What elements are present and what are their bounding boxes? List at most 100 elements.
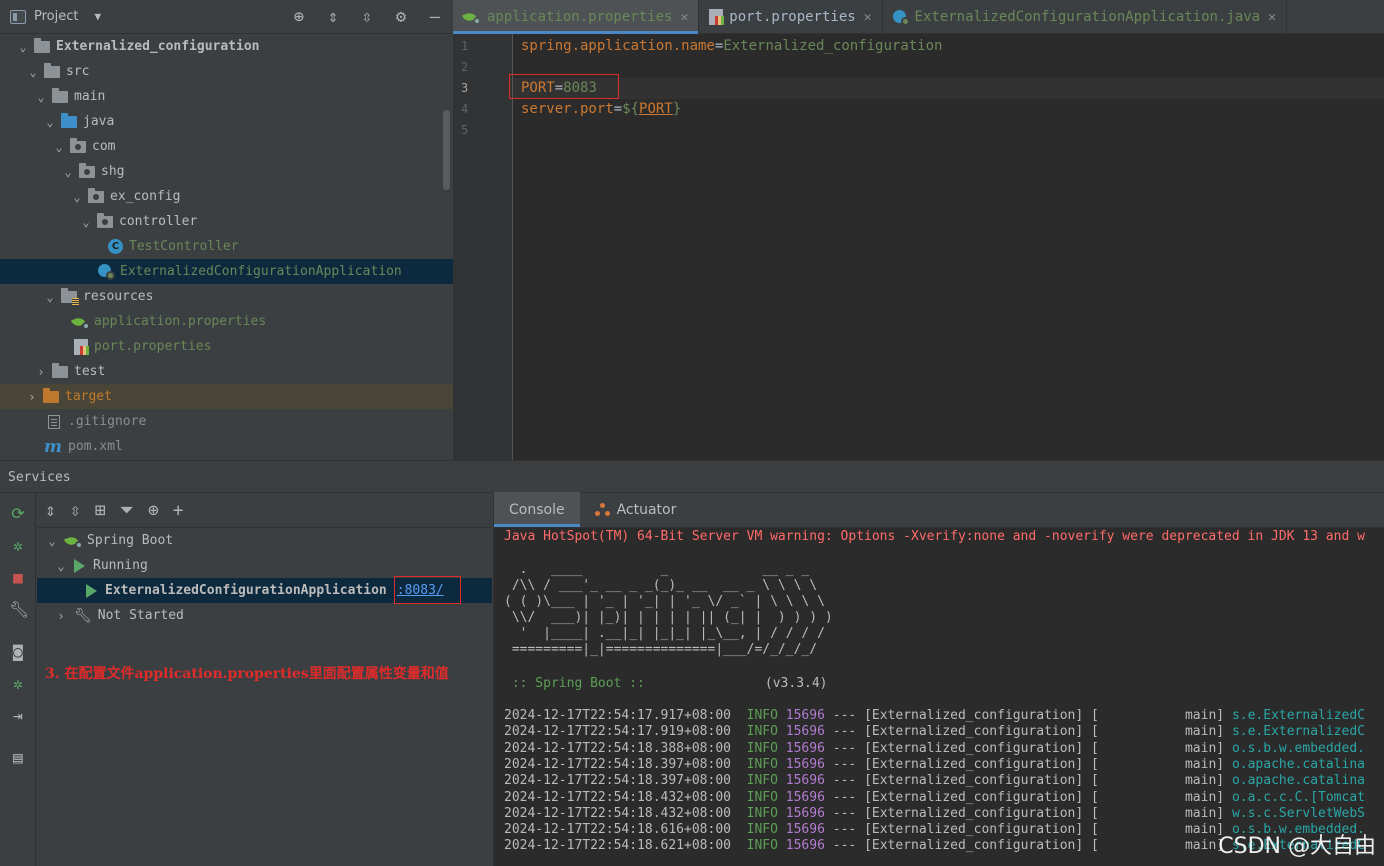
rerun-icon[interactable]: ⟳ — [9, 505, 27, 523]
log-line: 2024-12-17T22:54:17.917+08:00 INFO 15696… — [504, 708, 1365, 724]
editor-tab-bar: application.properties ✕ port.properties… — [453, 0, 1384, 34]
new-tab-icon[interactable]: ⊕ — [148, 500, 159, 521]
log-separator: --- — [832, 789, 857, 805]
filter-icon[interactable]: ⏷ — [120, 500, 134, 521]
collapse-all-icon[interactable]: ⇳ — [357, 7, 377, 27]
chevron-down-icon[interactable]: ⌄ — [34, 90, 48, 104]
chevron-right-icon[interactable]: › — [25, 390, 39, 404]
project-scrollbar[interactable] — [443, 110, 450, 190]
code-line-3[interactable]: PORT=8083 — [513, 78, 1384, 99]
tree-item-testcontroller[interactable]: C TestController — [0, 234, 453, 259]
close-icon[interactable]: ✕ — [680, 10, 688, 25]
console-output[interactable]: Java HotSpot(TM) 64-Bit Server VM warnin… — [504, 528, 1384, 866]
tree-item-port-properties[interactable]: port.properties — [0, 334, 453, 359]
services-title: Services — [0, 460, 1384, 493]
chevron-down-icon[interactable]: ⌄ — [16, 40, 30, 54]
chevron-down-icon[interactable]: ⌄ — [54, 559, 68, 573]
chevron-down-icon[interactable]: ▼ — [94, 10, 101, 23]
close-icon[interactable]: ✕ — [1268, 10, 1276, 25]
tree-item-label: test — [74, 364, 106, 379]
tree-item-pom-xml[interactable]: m pom.xml — [0, 434, 453, 459]
tree-item-label: target — [65, 389, 112, 404]
service-group-spring-boot[interactable]: ⌄ Spring Boot — [37, 528, 492, 553]
log-level: INFO — [746, 838, 778, 854]
tree-item-resources[interactable]: ⌄ resources — [0, 284, 453, 309]
log-timestamp: 2024-12-17T22:54:18.397+08:00 — [504, 756, 731, 772]
chevron-down-icon[interactable]: ⌄ — [52, 140, 66, 154]
stop-icon[interactable]: ■ — [9, 569, 27, 587]
chevron-right-icon[interactable]: › — [34, 365, 48, 379]
expand-all-icon[interactable]: ⇕ — [45, 500, 56, 521]
tab-externalized-configuration-application-java[interactable]: ExternalizedConfigurationApplication.jav… — [883, 0, 1287, 34]
log-timestamp: 2024-12-17T22:54:17.917+08:00 — [504, 708, 731, 723]
chevron-down-icon[interactable]: ⌄ — [26, 65, 40, 79]
play-icon — [86, 583, 97, 598]
tab-console[interactable]: Console — [494, 492, 580, 527]
log-app: [Externalized_configuration] [ — [864, 822, 1099, 838]
placeholder-reference[interactable]: PORT — [639, 101, 673, 117]
chevron-down-icon[interactable]: ⌄ — [61, 165, 75, 179]
chevron-down-icon[interactable]: ⌄ — [45, 534, 59, 548]
tree-item-java[interactable]: ⌄ java — [0, 109, 453, 134]
folder-icon — [52, 362, 68, 378]
tree-item-controller[interactable]: ⌄ controller — [0, 209, 453, 234]
log-line: 2024-12-17T22:54:18.397+08:00 INFO 15696… — [504, 773, 1365, 789]
gear-icon[interactable]: ⚙ — [391, 7, 411, 27]
collapse-all-icon[interactable]: ⇳ — [70, 500, 81, 521]
login-icon[interactable]: ⇥ — [9, 707, 27, 725]
tree-item-src[interactable]: ⌄ src — [0, 59, 453, 84]
camera-icon[interactable]: ◙ — [9, 643, 27, 661]
debug-icon[interactable]: ✲ — [9, 537, 27, 555]
resources-folder-icon — [61, 287, 79, 305]
watermark: CSDN @大自由 — [1218, 834, 1376, 859]
console-tab-bar: Console Actuator — [494, 492, 1384, 528]
log-app: [Externalized_configuration] [ — [864, 773, 1099, 789]
chevron-down-icon[interactable]: ⌄ — [70, 190, 84, 204]
chevron-down-icon[interactable]: ⌄ — [43, 290, 57, 304]
log-timestamp: 2024-12-17T22:54:18.432+08:00 — [504, 805, 731, 821]
tree-item-com[interactable]: ⌄ com — [0, 134, 453, 159]
tree-item-label: java — [83, 114, 115, 129]
tree-item-application-properties[interactable]: application.properties — [0, 309, 453, 334]
expand-all-icon[interactable]: ⇕ — [323, 7, 343, 27]
tree-item-externalized-configuration[interactable]: ⌄ Externalized_configuration — [0, 34, 453, 59]
hide-icon[interactable]: — — [425, 7, 445, 27]
close-icon[interactable]: ✕ — [864, 10, 872, 25]
service-group-running[interactable]: ⌄ Running — [37, 553, 492, 578]
tab-actuator[interactable]: Actuator — [580, 492, 692, 527]
tree-item-externalized-configuration-application[interactable]: ExternalizedConfigurationApplication — [0, 259, 453, 284]
add-service-icon[interactable]: + — [173, 500, 184, 521]
tree-item-target[interactable]: › target — [0, 384, 453, 409]
highlight-box — [509, 74, 619, 99]
tab-port-properties[interactable]: port.properties ✕ — [699, 0, 883, 34]
locate-icon[interactable]: ⊕ — [289, 7, 309, 27]
tree-item-test[interactable]: › test — [0, 359, 453, 384]
layout-icon[interactable]: ▤ — [9, 749, 27, 767]
tree-item-label: main — [74, 89, 106, 104]
log-separator: --- — [832, 773, 857, 789]
code-line-1[interactable]: spring.application.name=Externalized_con… — [521, 36, 942, 57]
tree-item-shg[interactable]: ⌄ shg — [0, 159, 453, 184]
tab-application-properties[interactable]: application.properties ✕ — [453, 0, 700, 34]
tree-item-main[interactable]: ⌄ main — [0, 84, 453, 109]
tree-item-gitignore[interactable]: .gitignore — [0, 409, 453, 434]
log-app: [Externalized_configuration] [ — [864, 756, 1099, 772]
project-panel: Project ▼ ⊕ ⇕ ⇳ ⚙ — ⌄ Externalized_confi… — [0, 0, 453, 460]
tree-item-label: src — [66, 64, 90, 79]
chevron-down-icon[interactable]: ⌄ — [79, 215, 93, 229]
code-line-4[interactable]: server.port=${PORT} — [521, 99, 681, 120]
service-group-not-started[interactable]: › 🔧︎ Not Started — [37, 603, 492, 628]
project-title[interactable]: Project — [34, 9, 78, 24]
package-icon — [97, 212, 113, 228]
log-separator: --- — [832, 740, 857, 756]
wrench-icon[interactable]: 🔧︎ — [9, 601, 29, 619]
log-app: [Externalized_configuration] [ — [864, 740, 1099, 756]
log-pid: 15696 — [785, 838, 825, 854]
group-by-icon[interactable]: ⊞ — [95, 500, 106, 521]
log-level: INFO — [746, 724, 778, 740]
attach-debugger-icon[interactable]: ✲ — [9, 675, 27, 693]
chevron-down-icon[interactable]: ⌄ — [43, 115, 57, 129]
tree-item-ex-config[interactable]: ⌄ ex_config — [0, 184, 453, 209]
console-area: Console Actuator Java HotSpot(TM) 64-Bit… — [493, 492, 1384, 866]
chevron-right-icon[interactable]: › — [54, 609, 68, 623]
